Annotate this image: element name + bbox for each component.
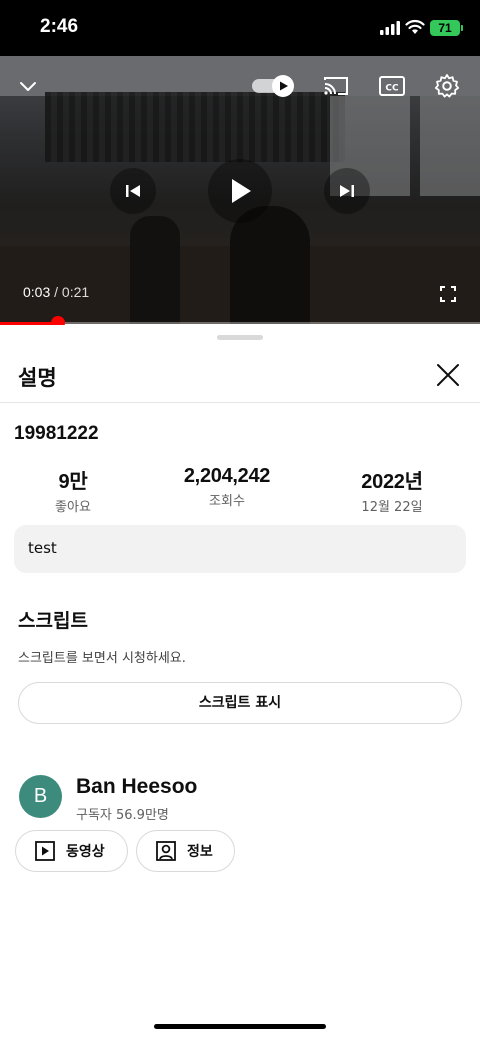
likes-label: 좋아요 [55, 500, 91, 515]
status-time: 2:46 [40, 16, 79, 37]
status-bar: 2:46 71 [0, 0, 480, 56]
person-icon [156, 841, 176, 861]
show-transcript-button[interactable]: 스크립트 표시 [18, 682, 462, 724]
gear-icon[interactable] [434, 73, 460, 99]
cast-icon[interactable] [322, 74, 350, 98]
wifi-icon [405, 19, 425, 34]
closed-captions-icon[interactable]: CC [378, 74, 406, 98]
subscriber-count: 구독자 56.9만명 [76, 808, 169, 823]
divider [0, 402, 480, 403]
signal-icon [380, 21, 400, 35]
transcript-hint: 스크립트를 보면서 시청하세요. [18, 651, 186, 666]
description-sheet: 설명 19981222 9만 좋아요 2,204,242 조회수 2022년 1… [0, 325, 480, 1039]
chevron-down-icon[interactable] [16, 74, 40, 98]
channel-name[interactable]: Ban Heesoo [76, 775, 197, 799]
videos-label: 동영상 [66, 844, 105, 860]
play-icon [232, 179, 251, 203]
next-button[interactable] [324, 168, 370, 214]
views-label: 조회수 [209, 494, 245, 509]
avatar[interactable]: B [19, 775, 62, 818]
skip-previous-icon [126, 185, 140, 197]
date-stat: 2022년 12월 22일 [342, 465, 442, 515]
battery-indicator: 71 [430, 20, 460, 36]
date-year: 2022년 [361, 471, 423, 493]
current-time: 0:03 [23, 284, 51, 300]
close-icon[interactable] [434, 361, 462, 389]
sheet-title: 설명 [18, 366, 57, 390]
autoplay-toggle-icon[interactable] [252, 74, 296, 98]
videos-button[interactable]: 동영상 [15, 830, 128, 872]
likes-stat: 9만 좋아요 [33, 465, 113, 515]
likes-value: 9만 [58, 471, 88, 493]
about-button[interactable]: 정보 [136, 830, 235, 872]
date-day: 12월 22일 [361, 500, 423, 515]
video-title: 19981222 [14, 423, 99, 444]
fullscreen-icon[interactable] [438, 284, 458, 304]
video-player[interactable]: CC 0:03 / 0:21 [0, 56, 480, 324]
description-box[interactable]: test [14, 525, 466, 573]
transcript-heading: 스크립트 [18, 610, 88, 632]
play-button[interactable] [208, 159, 272, 223]
previous-button[interactable] [110, 168, 156, 214]
about-label: 정보 [187, 844, 213, 860]
time-display: 0:03 / 0:21 [23, 284, 89, 300]
skip-next-icon [340, 185, 354, 197]
svg-text:CC: CC [385, 84, 399, 94]
home-indicator[interactable] [154, 1024, 326, 1029]
views-value: 2,204,242 [183, 465, 271, 487]
drag-handle[interactable] [217, 335, 263, 340]
time-separator: / [50, 284, 62, 300]
video-play-icon [35, 841, 55, 861]
duration: 0:21 [61, 284, 90, 300]
battery-tip [461, 25, 463, 31]
description-text: test [28, 539, 57, 557]
views-stat: 2,204,242 조회수 [157, 465, 297, 509]
